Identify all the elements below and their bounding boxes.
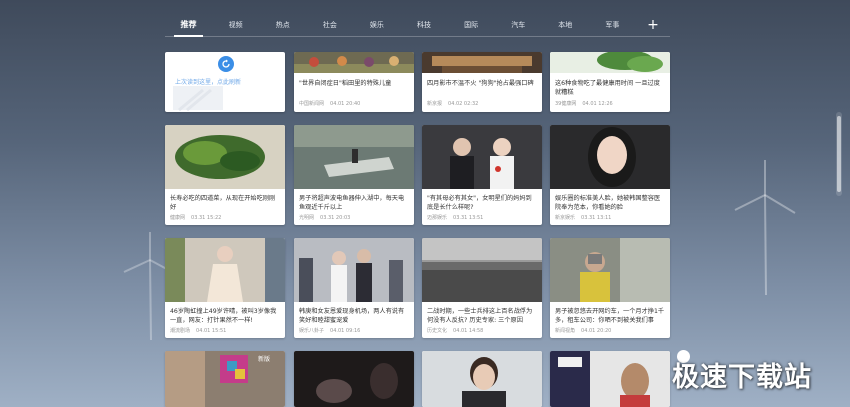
news-card[interactable]: 男子将超声波电鱼器伸入湖中，每天电鱼观近千斤以上 光明网 03.31 20:03 [294, 125, 414, 225]
news-meta: 中国新闻网 04.01 20:40 [299, 100, 409, 107]
news-card[interactable]: 娱乐圈的标准美人脸，她被韩国整容医院奉为范本，你看她的脸 新京娱乐 03.31 1… [550, 125, 670, 225]
news-meta: 健康网 03.31 15:22 [170, 214, 280, 221]
news-time: 04.01 12:26 [582, 101, 613, 107]
news-thumbnail [422, 351, 542, 407]
refresh-text: 上次读到这里，点此刷新 [175, 79, 242, 86]
news-card[interactable]: 46岁陶虹撞上49岁许晴，被叫3岁像我一直，网友：打针果然不一样! 潮流剧场 04… [165, 238, 285, 338]
news-time: 03.31 20:03 [320, 215, 351, 221]
news-thumbnail [422, 52, 542, 73]
news-meta: 迈那娱乐 03.31 13:51 [427, 214, 537, 221]
news-thumbnail [550, 351, 670, 407]
site-watermark: 极速下载站 [672, 362, 812, 393]
news-time: 04.01 09:16 [330, 328, 361, 334]
news-card[interactable]: 韩庚和女友恩爱现身机场，两人有说有笑好和睦甜蜜宠爱 娱乐八卦子 04.01 09:… [294, 238, 414, 338]
news-time: 04.02 02:32 [448, 101, 479, 107]
news-title[interactable]: 二战时期，一些士兵排这上百名战俘为何没有人反抗? 历史专家: 三个原因 [427, 307, 537, 325]
news-time: 03.31 13:51 [453, 215, 484, 221]
news-thumbnail [294, 125, 414, 189]
news-thumbnail [165, 238, 285, 302]
news-title[interactable]: 娱乐圈的标准美人脸，她被韩国整容医院奉为范本，你看她的脸 [555, 194, 665, 212]
news-source: 39健康网 [555, 101, 577, 107]
news-time: 04.01 20:20 [581, 328, 612, 334]
news-source: 潮流剧场 [170, 328, 191, 334]
news-card[interactable]: "世界自闭症日"稻田里的特殊儿童 中国新闻网 04.01 20:40 [294, 52, 414, 112]
news-thumbnail [294, 351, 414, 407]
news-source: 新闻视角 [555, 328, 576, 334]
news-thumbnail [294, 238, 414, 302]
news-title[interactable]: "世界自闭症日"稻田里的特殊儿童 [299, 79, 409, 88]
news-title[interactable]: 这6种食物吃了最健康用时间 一旦过度就糟糕 [555, 79, 665, 97]
news-thumbnail [550, 238, 670, 302]
new-version-badge: 新版 [258, 356, 271, 363]
news-source: 健康网 [170, 215, 186, 221]
news-thumbnail [550, 125, 670, 189]
news-meta: 光明网 03.31 20:03 [299, 214, 409, 221]
news-title[interactable]: 四月影市不温不火 "狗狗"抢占最强口碑 [427, 79, 537, 88]
news-meta: 39健康网 04.01 12:26 [555, 100, 665, 107]
news-thumbnail [550, 52, 670, 73]
news-meta: 新京娱乐 03.31 13:11 [555, 214, 665, 221]
news-card[interactable] [550, 351, 670, 407]
news-source: 娱乐八卦子 [299, 328, 325, 334]
news-meta: 新闻视角 04.01 20:20 [555, 327, 665, 334]
news-card[interactable]: 长寿必吃的四道菜，从现在开始吃刚刚好 健康网 03.31 15:22 [165, 125, 285, 225]
news-source: 中国新闻网 [299, 101, 325, 107]
news-title[interactable]: 男子被忽悠去开网约车，一个月才挣1千多，租车公司：你晒不到被关我们事 [555, 307, 665, 325]
news-card[interactable]: 新版 [165, 351, 285, 407]
news-time: 04.01 14:58 [453, 328, 484, 334]
news-title[interactable]: 男子将超声波电鱼器伸入湖中，每天电鱼观近千斤以上 [299, 194, 409, 212]
news-meta: 历史文化 04.01 14:58 [427, 327, 537, 334]
news-meta: 娱乐八卦子 04.01 09:16 [299, 327, 409, 334]
news-title[interactable]: 韩庚和女友恩爱现身机场，两人有说有笑好和睦甜蜜宠爱 [299, 307, 409, 325]
news-thumbnail [294, 52, 414, 73]
news-meta: 新京报 04.02 02:32 [427, 100, 537, 107]
news-source: 历史文化 [427, 328, 448, 334]
news-card[interactable]: 这6种食物吃了最健康用时间 一旦过度就糟糕 39健康网 04.01 12:26 [550, 52, 670, 112]
news-card[interactable] [422, 351, 542, 407]
news-source: 迈那娱乐 [427, 215, 448, 221]
news-card[interactable]: "有其母必有其女"，女明星们的妈妈到底是长什么样呢? 迈那娱乐 03.31 13:… [422, 125, 542, 225]
news-card[interactable]: 二战时期，一些士兵排这上百名战俘为何没有人反抗? 历史专家: 三个原因 历史文化… [422, 238, 542, 338]
news-thumbnail [422, 238, 542, 302]
news-card[interactable]: 男子被忽悠去开网约车，一个月才挣1千多，租车公司：你晒不到被关我们事 新闻视角 0… [550, 238, 670, 338]
news-time: 03.31 13:11 [581, 215, 612, 221]
news-source: 光明网 [299, 215, 315, 221]
scrollbar-thumb[interactable] [837, 116, 841, 192]
refresh-card[interactable]: 上次读到这里，点此刷新 [165, 52, 285, 112]
news-source: 新京报 [427, 101, 443, 107]
news-title[interactable]: 46岁陶虹撞上49岁许晴，被叫3岁像我一直，网友：打针果然不一样! [170, 307, 280, 325]
news-card[interactable] [294, 351, 414, 407]
news-source: 新京娱乐 [555, 215, 576, 221]
news-thumbnail [422, 125, 542, 189]
news-feed-grid: 上次读到这里，点此刷新 "世界自闭症日"稻田里的特殊儿童 中国新闻网 04.01 … [0, 0, 850, 407]
news-time: 04.01 20:40 [330, 101, 361, 107]
news-card[interactable]: 四月影市不温不火 "狗狗"抢占最强口碑 新京报 04.02 02:32 [422, 52, 542, 112]
news-time: 03.31 15:22 [191, 215, 222, 221]
news-meta: 潮流剧场 04.01 15:51 [170, 327, 280, 334]
news-thumbnail [165, 125, 285, 189]
news-time: 04.01 15:51 [196, 328, 227, 334]
refresh-icon [218, 56, 234, 72]
news-title[interactable]: "有其母必有其女"，女明星们的妈妈到底是长什么样呢? [427, 194, 537, 212]
news-title[interactable]: 长寿必吃的四道菜，从现在开始吃刚刚好 [170, 194, 280, 212]
